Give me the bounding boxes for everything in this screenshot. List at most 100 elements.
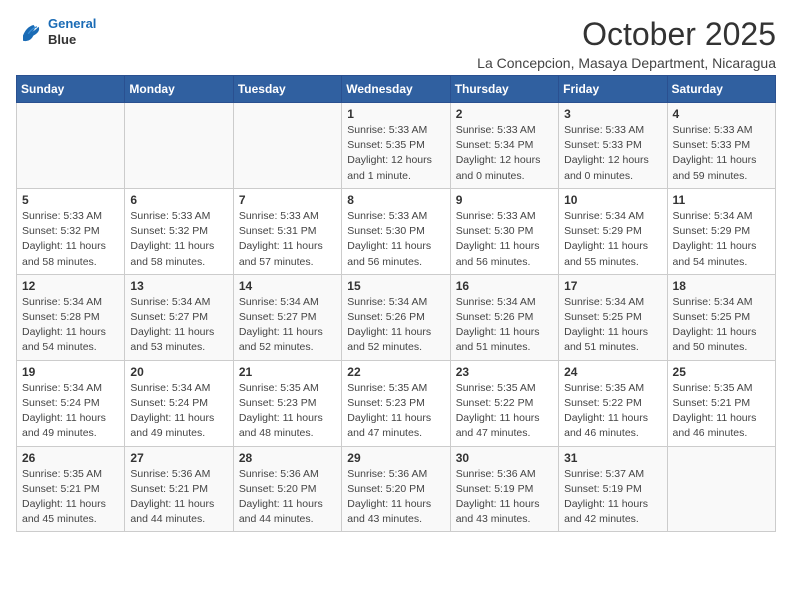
title-section: October 2025 La Concepcion, Masaya Depar… <box>477 16 776 71</box>
calendar-day-cell: 8 Sunrise: 5:33 AMSunset: 5:30 PMDaylight… <box>342 188 450 274</box>
day-info: Sunrise: 5:35 AMSunset: 5:22 PMDaylight:… <box>456 381 553 442</box>
calendar-week-row: 19 Sunrise: 5:34 AMSunset: 5:24 PMDayligh… <box>17 360 776 446</box>
calendar-day-cell: 2Sunrise: 5:33 AMSunset: 5:34 PMDaylight… <box>450 103 558 189</box>
day-number: 4 <box>673 107 770 121</box>
calendar-day-cell: 16 Sunrise: 5:34 AMSunset: 5:26 PMDayligh… <box>450 274 558 360</box>
calendar-day-cell: 4 Sunrise: 5:33 AMSunset: 5:33 PMDaylight… <box>667 103 775 189</box>
day-of-week-header: Saturday <box>667 76 775 103</box>
calendar-day-cell: 12 Sunrise: 5:34 AMSunset: 5:28 PMDayligh… <box>17 274 125 360</box>
day-info: Sunrise: 5:33 AMSunset: 5:31 PMDaylight:… <box>239 209 336 270</box>
calendar-day-cell: 11 Sunrise: 5:34 AMSunset: 5:29 PMDayligh… <box>667 188 775 274</box>
day-number: 10 <box>564 193 661 207</box>
day-info: Sunrise: 5:33 AMSunset: 5:30 PMDaylight:… <box>347 209 444 270</box>
day-info: Sunrise: 5:33 AMSunset: 5:33 PMDaylight:… <box>564 123 661 184</box>
calendar-day-cell: 17Sunrise: 5:34 AMSunset: 5:25 PMDayligh… <box>559 274 667 360</box>
calendar-header-row: SundayMondayTuesdayWednesdayThursdayFrid… <box>17 76 776 103</box>
day-number: 27 <box>130 451 227 465</box>
calendar-day-cell: 22 Sunrise: 5:35 AMSunset: 5:23 PMDayligh… <box>342 360 450 446</box>
calendar-day-cell: 29Sunrise: 5:36 AMSunset: 5:20 PMDayligh… <box>342 446 450 532</box>
day-number: 15 <box>347 279 444 293</box>
day-info: Sunrise: 5:35 AMSunset: 5:22 PMDaylight:… <box>564 381 661 442</box>
day-info: Sunrise: 5:34 AMSunset: 5:24 PMDaylight:… <box>22 381 119 442</box>
calendar-day-cell: 23Sunrise: 5:35 AMSunset: 5:22 PMDayligh… <box>450 360 558 446</box>
day-info: Sunrise: 5:36 AMSunset: 5:21 PMDaylight:… <box>130 467 227 528</box>
calendar-week-row: 5 Sunrise: 5:33 AMSunset: 5:32 PMDaylight… <box>17 188 776 274</box>
day-info: Sunrise: 5:33 AMSunset: 5:32 PMDaylight:… <box>22 209 119 270</box>
subtitle: La Concepcion, Masaya Department, Nicara… <box>477 55 776 71</box>
logo-icon <box>16 18 44 46</box>
day-of-week-header: Monday <box>125 76 233 103</box>
day-number: 6 <box>130 193 227 207</box>
month-title: October 2025 <box>477 16 776 53</box>
calendar-day-cell: 31 Sunrise: 5:37 AMSunset: 5:19 PMDayligh… <box>559 446 667 532</box>
day-number: 18 <box>673 279 770 293</box>
day-of-week-header: Sunday <box>17 76 125 103</box>
day-of-week-header: Wednesday <box>342 76 450 103</box>
calendar-day-cell: 10 Sunrise: 5:34 AMSunset: 5:29 PMDayligh… <box>559 188 667 274</box>
calendar-day-cell: 5 Sunrise: 5:33 AMSunset: 5:32 PMDaylight… <box>17 188 125 274</box>
day-info: Sunrise: 5:33 AMSunset: 5:32 PMDaylight:… <box>130 209 227 270</box>
calendar-day-cell <box>125 103 233 189</box>
calendar-day-cell <box>667 446 775 532</box>
day-number: 28 <box>239 451 336 465</box>
day-of-week-header: Tuesday <box>233 76 341 103</box>
day-info: Sunrise: 5:35 AMSunset: 5:23 PMDaylight:… <box>239 381 336 442</box>
calendar-table: SundayMondayTuesdayWednesdayThursdayFrid… <box>16 75 776 532</box>
day-number: 30 <box>456 451 553 465</box>
calendar-day-cell: 6 Sunrise: 5:33 AMSunset: 5:32 PMDaylight… <box>125 188 233 274</box>
day-info: Sunrise: 5:37 AMSunset: 5:19 PMDaylight:… <box>564 467 661 528</box>
day-info: Sunrise: 5:34 AMSunset: 5:27 PMDaylight:… <box>239 295 336 356</box>
day-info: Sunrise: 5:34 AMSunset: 5:29 PMDaylight:… <box>564 209 661 270</box>
day-info: Sunrise: 5:34 AMSunset: 5:26 PMDaylight:… <box>347 295 444 356</box>
day-number: 5 <box>22 193 119 207</box>
day-number: 8 <box>347 193 444 207</box>
day-of-week-header: Friday <box>559 76 667 103</box>
day-number: 25 <box>673 365 770 379</box>
calendar-body: 1Sunrise: 5:33 AMSunset: 5:35 PMDaylight… <box>17 103 776 532</box>
day-info: Sunrise: 5:34 AMSunset: 5:25 PMDaylight:… <box>673 295 770 356</box>
day-number: 3 <box>564 107 661 121</box>
calendar-day-cell <box>17 103 125 189</box>
day-number: 22 <box>347 365 444 379</box>
day-info: Sunrise: 5:34 AMSunset: 5:26 PMDaylight:… <box>456 295 553 356</box>
day-number: 20 <box>130 365 227 379</box>
calendar-day-cell: 27 Sunrise: 5:36 AMSunset: 5:21 PMDayligh… <box>125 446 233 532</box>
day-info: Sunrise: 5:34 AMSunset: 5:25 PMDaylight:… <box>564 295 661 356</box>
day-number: 26 <box>22 451 119 465</box>
calendar-day-cell: 24 Sunrise: 5:35 AMSunset: 5:22 PMDayligh… <box>559 360 667 446</box>
day-number: 9 <box>456 193 553 207</box>
calendar-day-cell: 1Sunrise: 5:33 AMSunset: 5:35 PMDaylight… <box>342 103 450 189</box>
calendar-day-cell: 20 Sunrise: 5:34 AMSunset: 5:24 PMDayligh… <box>125 360 233 446</box>
day-info: Sunrise: 5:33 AMSunset: 5:34 PMDaylight:… <box>456 123 553 184</box>
day-number: 13 <box>130 279 227 293</box>
day-info: Sunrise: 5:33 AMSunset: 5:33 PMDaylight:… <box>673 123 770 184</box>
day-info: Sunrise: 5:35 AMSunset: 5:23 PMDaylight:… <box>347 381 444 442</box>
calendar-day-cell <box>233 103 341 189</box>
day-of-week-header: Thursday <box>450 76 558 103</box>
day-number: 31 <box>564 451 661 465</box>
day-info: Sunrise: 5:34 AMSunset: 5:24 PMDaylight:… <box>130 381 227 442</box>
day-number: 7 <box>239 193 336 207</box>
calendar-day-cell: 7 Sunrise: 5:33 AMSunset: 5:31 PMDaylight… <box>233 188 341 274</box>
day-number: 16 <box>456 279 553 293</box>
calendar-day-cell: 13Sunrise: 5:34 AMSunset: 5:27 PMDayligh… <box>125 274 233 360</box>
logo: General Blue <box>16 16 96 47</box>
calendar-week-row: 12 Sunrise: 5:34 AMSunset: 5:28 PMDayligh… <box>17 274 776 360</box>
day-number: 19 <box>22 365 119 379</box>
day-info: Sunrise: 5:34 AMSunset: 5:28 PMDaylight:… <box>22 295 119 356</box>
day-number: 24 <box>564 365 661 379</box>
day-info: Sunrise: 5:33 AMSunset: 5:35 PMDaylight:… <box>347 123 444 184</box>
day-info: Sunrise: 5:36 AMSunset: 5:20 PMDaylight:… <box>239 467 336 528</box>
calendar-day-cell: 25Sunrise: 5:35 AMSunset: 5:21 PMDayligh… <box>667 360 775 446</box>
calendar-day-cell: 21Sunrise: 5:35 AMSunset: 5:23 PMDayligh… <box>233 360 341 446</box>
calendar-day-cell: 26Sunrise: 5:35 AMSunset: 5:21 PMDayligh… <box>17 446 125 532</box>
page-header: General Blue October 2025 La Concepcion,… <box>16 16 776 71</box>
day-info: Sunrise: 5:34 AMSunset: 5:29 PMDaylight:… <box>673 209 770 270</box>
calendar-day-cell: 30Sunrise: 5:36 AMSunset: 5:19 PMDayligh… <box>450 446 558 532</box>
calendar-day-cell: 15 Sunrise: 5:34 AMSunset: 5:26 PMDayligh… <box>342 274 450 360</box>
calendar-day-cell: 19 Sunrise: 5:34 AMSunset: 5:24 PMDayligh… <box>17 360 125 446</box>
day-number: 29 <box>347 451 444 465</box>
day-number: 14 <box>239 279 336 293</box>
day-number: 11 <box>673 193 770 207</box>
day-number: 12 <box>22 279 119 293</box>
